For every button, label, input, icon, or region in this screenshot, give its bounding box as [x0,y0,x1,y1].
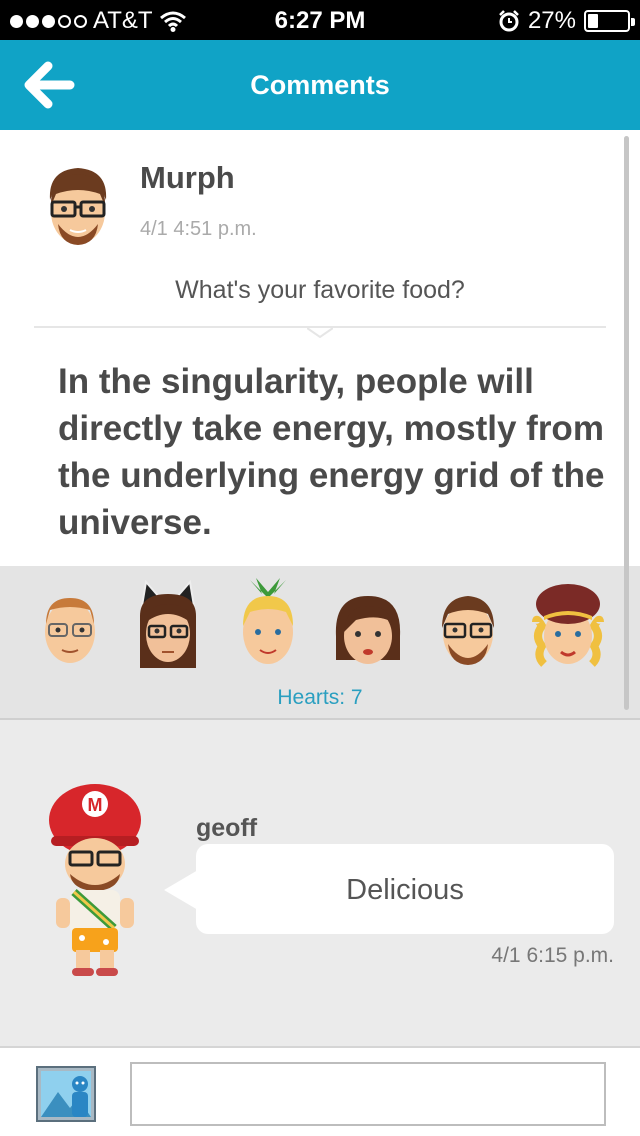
author-avatar[interactable] [38,160,118,250]
answer-text: In the singularity, people will directly… [58,362,605,542]
comment-composer [0,1046,640,1136]
post-card: Murph 4/1 4:51 p.m. What's your favorite… [0,130,640,566]
mii-face-murph[interactable] [428,576,508,682]
bubble-tail [164,870,198,910]
svg-text:M: M [88,795,103,815]
mii-face-cat-ears[interactable] [128,576,208,682]
photo-icon [36,1066,96,1122]
battery-icon [584,10,635,32]
mii-face-pineapple-hair[interactable] [228,576,308,682]
hearts-section: Hearts: 7 [0,566,640,720]
comment-bubble: Delicious [196,844,614,934]
hearts-avatar-row [0,576,640,682]
battery-percent: 27% [527,7,576,34]
alarm-clock-icon [499,10,519,32]
mii-face-bald-glasses[interactable] [30,576,110,682]
comment-date: 4/1 6:15 p.m. [491,944,614,967]
divider-notch [307,327,333,338]
status-right: 27% [498,7,635,35]
page-title: Comments [250,70,390,100]
hearts-count[interactable]: Hearts: 7 [0,686,640,710]
comment-text: Delicious [346,874,464,906]
photo-button[interactable] [36,1066,96,1122]
commenter-name[interactable]: geoff [196,814,257,843]
scrollbar[interactable] [624,136,629,710]
mii-face-brown-bob[interactable] [328,576,408,682]
comment-input[interactable] [130,1062,606,1126]
status-bar: AT&T 6:27 PM 27% [0,0,640,40]
post-date: 4/1 4:51 p.m. [140,218,257,240]
mii-face-curly-blonde[interactable] [528,576,608,682]
app-header: Comments [0,40,640,130]
question-text: What's your favorite food? [175,276,465,304]
comments-list: M geoff Delicious 4/1 6:15 p.m. [0,722,640,1046]
commenter-avatar[interactable]: M [40,778,150,978]
author-name[interactable]: Murph [140,160,235,196]
